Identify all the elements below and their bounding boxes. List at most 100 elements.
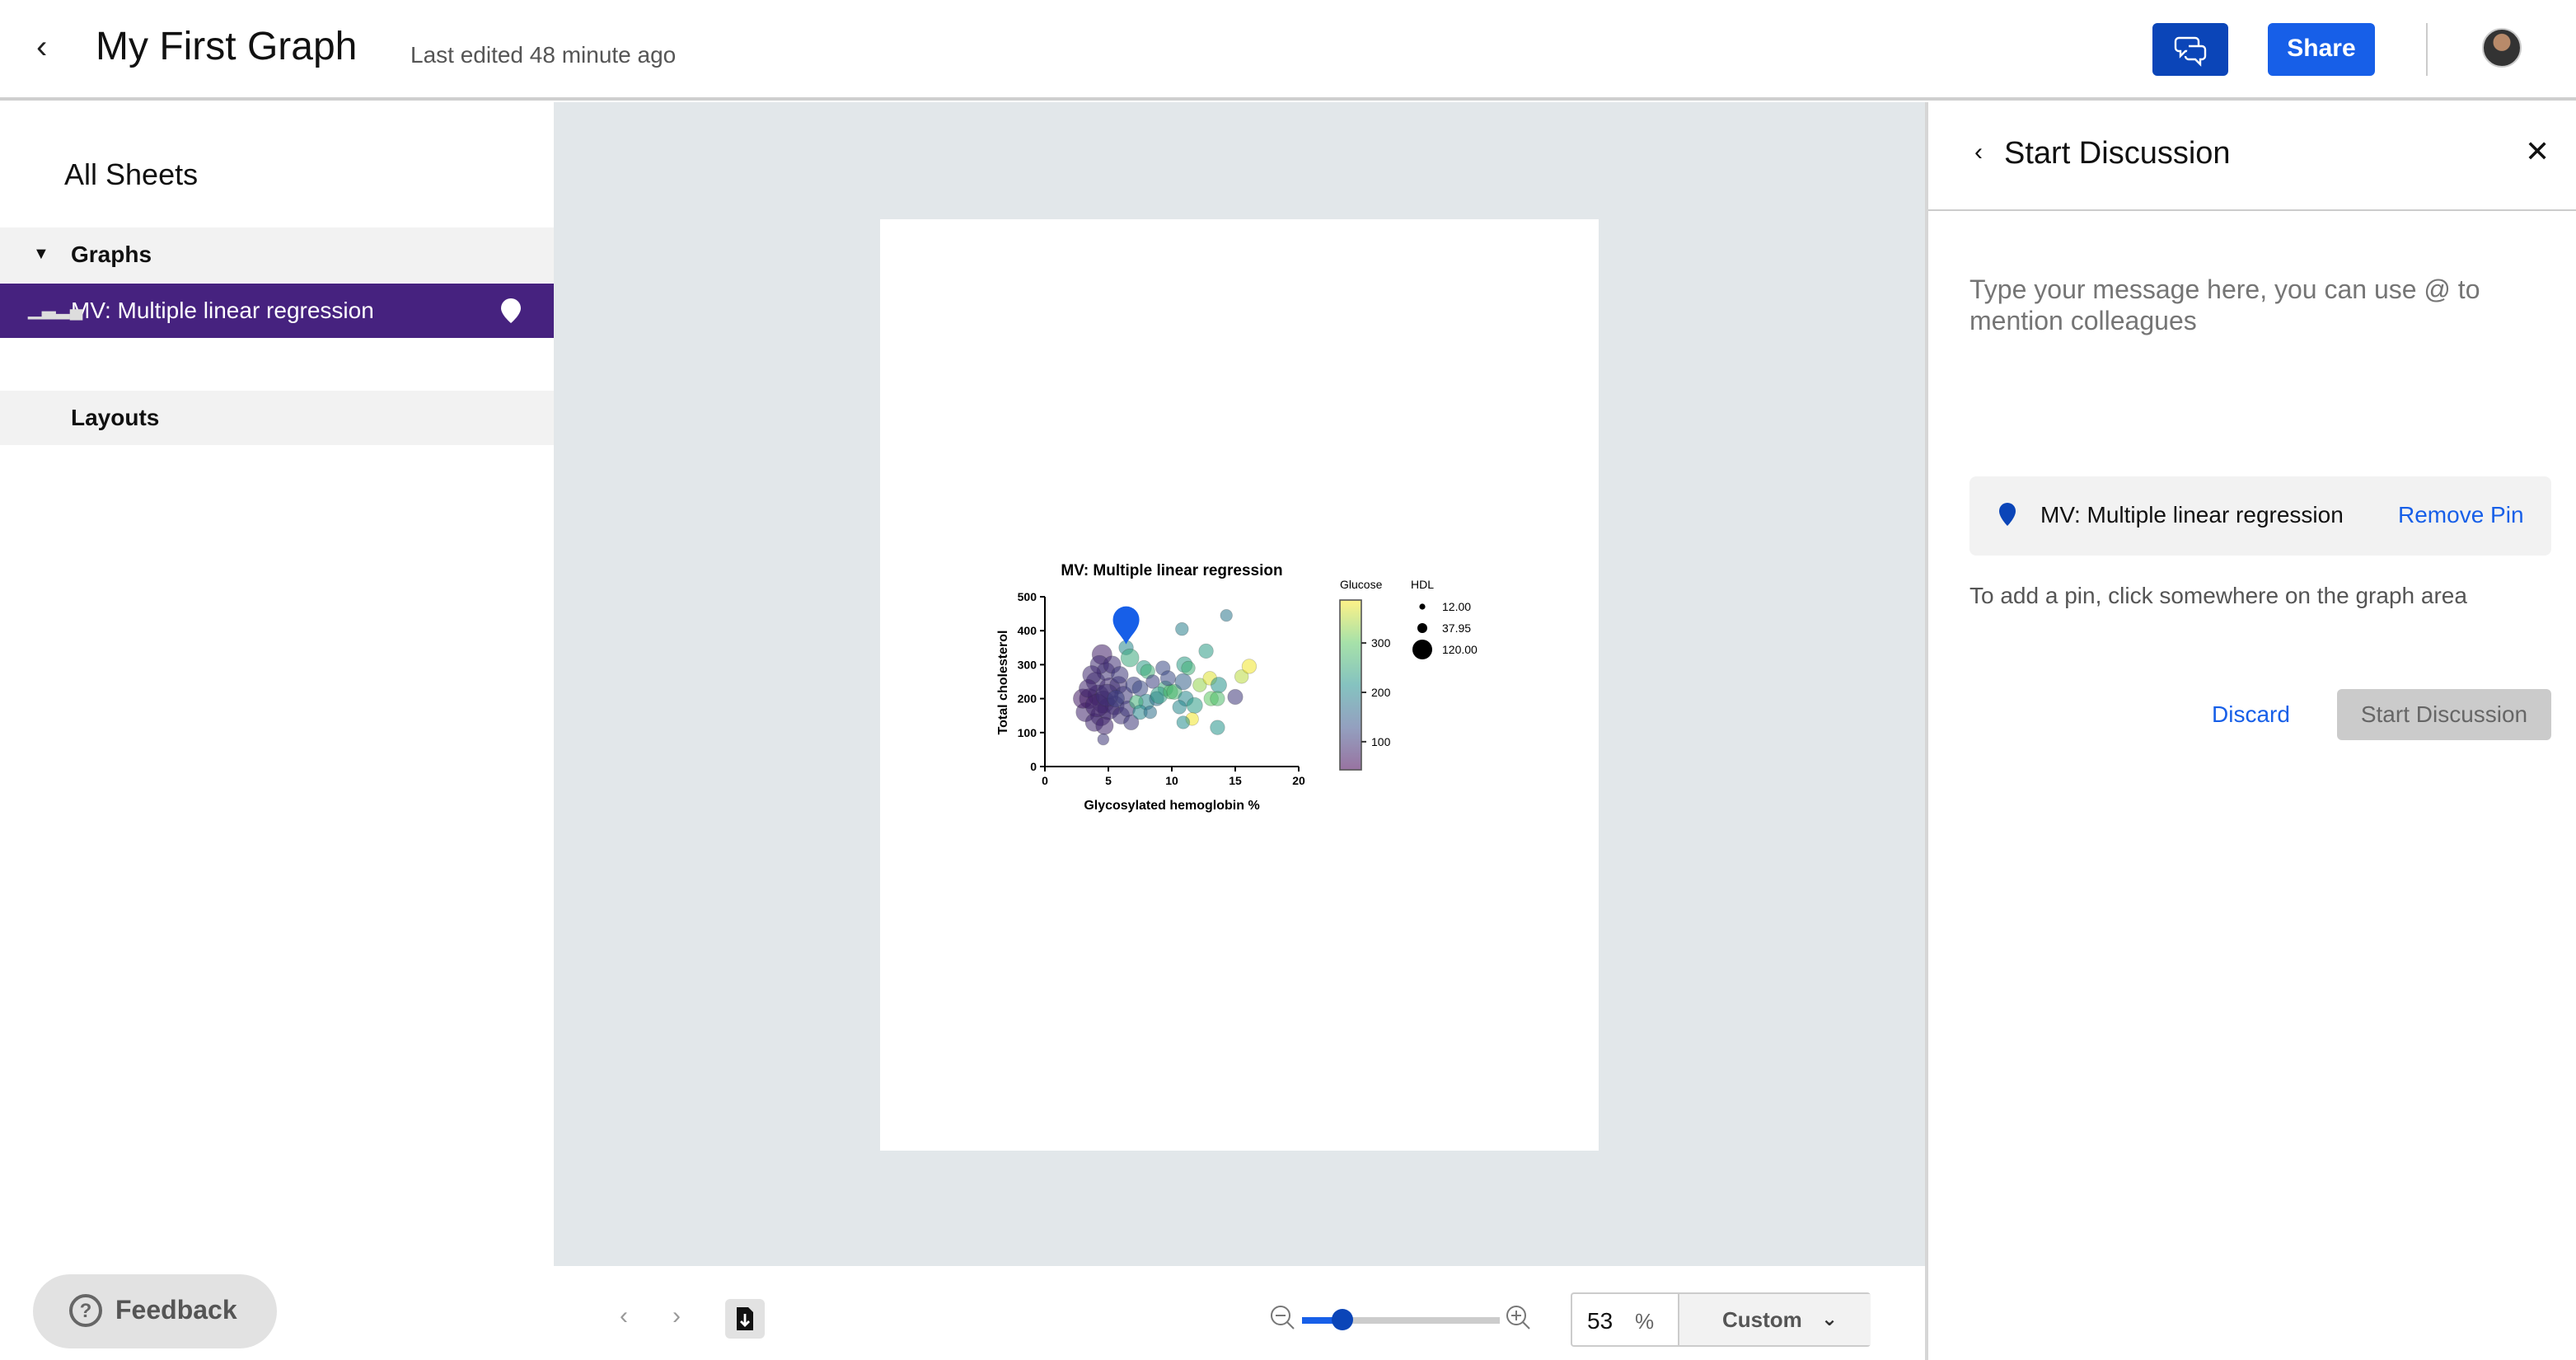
pin-hint-text: To add a pin, click somewhere on the gra…	[1969, 582, 2467, 608]
x-tick-label: 10	[1165, 774, 1178, 787]
comments-button[interactable]	[2152, 23, 2228, 76]
chart-title: MV: Multiple linear regression	[1061, 562, 1282, 579]
zoom-control: 53 % Custom ⌄	[1571, 1292, 1871, 1347]
x-tick-label: 0	[1042, 774, 1048, 787]
chevron-down-icon: ⌄	[1821, 1307, 1838, 1330]
colorbar-tick-label: 300	[1371, 636, 1391, 650]
export-button[interactable]	[725, 1299, 765, 1339]
x-tick-label: 20	[1292, 774, 1305, 787]
back-chevron-icon[interactable]: ‹	[36, 30, 47, 68]
data-point	[1181, 660, 1196, 676]
data-point	[1145, 674, 1160, 689]
colorbar-title: Glucose	[1340, 578, 1383, 591]
sidebar-item-mv-regression[interactable]: ▁▃▂▄ MV: Multiple linear regression	[0, 284, 554, 338]
pinned-item-name: MV: Multiple linear regression	[2040, 501, 2344, 528]
data-point	[1186, 696, 1203, 714]
bar-chart-icon: ▁▃▂▄	[28, 300, 83, 320]
bottom-toolbar: ‹ › 53 % Custom ⌄	[554, 1266, 1925, 1360]
pin-icon	[1999, 503, 2016, 526]
data-point	[1241, 659, 1258, 674]
data-point	[1159, 670, 1176, 687]
zoom-mode-select[interactable]: Custom ⌄	[1678, 1294, 1871, 1345]
data-point	[1111, 666, 1129, 684]
colorbar-tick-label: 200	[1371, 686, 1391, 699]
caret-down-icon: ▼	[33, 246, 49, 264]
zoom-in-icon[interactable]	[1505, 1304, 1534, 1334]
y-tick-label: 200	[1018, 692, 1037, 706]
zoom-out-icon[interactable]	[1269, 1304, 1299, 1334]
data-point	[1220, 608, 1233, 622]
zoom-percent-input[interactable]: 53	[1587, 1307, 1613, 1334]
size-legend-title: HDL	[1411, 578, 1434, 591]
data-point	[1079, 678, 1098, 698]
y-axis-label: Total cholesterol	[996, 631, 1010, 735]
size-legend-label: 37.95	[1442, 621, 1471, 635]
size-legend-marker	[1412, 640, 1432, 659]
graphs-section-toggle[interactable]: ▼ Graphs	[0, 227, 554, 282]
sheets-sidebar: All Sheets ▼ Graphs ▁▃▂▄ MV: Multiple li…	[0, 102, 554, 1360]
discussion-panel: ‹ Start Discussion ✕ MV: Multiple linear…	[1925, 102, 2576, 1360]
message-input[interactable]	[1969, 275, 2546, 424]
all-sheets-heading: All Sheets	[64, 158, 199, 191]
x-tick-label: 5	[1105, 774, 1112, 787]
colorbar-tick-label: 100	[1371, 735, 1391, 748]
discussion-pin-marker	[1112, 606, 1140, 645]
file-download-icon	[737, 1307, 753, 1330]
y-tick-label: 300	[1018, 658, 1037, 671]
close-icon[interactable]: ✕	[2525, 135, 2550, 170]
y-tick-label: 500	[1018, 590, 1037, 603]
scatter-chart[interactable]: MV: Multiple linear regression0 5 10 15 2001…	[880, 219, 1599, 1151]
back-chevron-icon[interactable]: ‹	[1974, 138, 1983, 166]
data-point	[1176, 715, 1191, 729]
size-legend-marker	[1419, 603, 1426, 610]
chat-bubbles-icon	[2174, 36, 2207, 67]
size-legend-marker	[1417, 623, 1427, 633]
document-title[interactable]: My First Graph	[96, 25, 357, 71]
previous-page-button[interactable]: ‹	[620, 1302, 628, 1330]
zoom-slider[interactable]	[1302, 1309, 1500, 1330]
layouts-section[interactable]: Layouts	[0, 391, 554, 445]
feedback-button[interactable]: ? Feedback	[33, 1274, 277, 1348]
panel-title: Start Discussion	[2004, 137, 2231, 171]
help-circle-icon: ?	[69, 1294, 102, 1327]
data-point	[1143, 705, 1158, 720]
zoom-slider-thumb[interactable]	[1332, 1309, 1353, 1330]
x-tick-label: 15	[1229, 774, 1242, 787]
next-page-button[interactable]: ›	[672, 1302, 681, 1330]
feedback-label: Feedback	[115, 1297, 237, 1325]
graphs-label: Graphs	[71, 241, 152, 267]
y-tick-label: 0	[1030, 760, 1037, 773]
last-edited-text: Last edited 48 minute ago	[410, 41, 677, 68]
user-avatar[interactable]	[2482, 28, 2522, 68]
share-button[interactable]: Share	[2268, 23, 2375, 76]
y-tick-label: 100	[1018, 726, 1037, 739]
zoom-mode-value: Custom	[1722, 1307, 1802, 1332]
data-point	[1198, 643, 1214, 659]
data-point	[1097, 733, 1110, 746]
x-axis-label: Glycosylated hemoglobin %	[1084, 799, 1259, 813]
data-point	[1175, 621, 1189, 636]
data-point	[1227, 688, 1244, 706]
graph-canvas[interactable]: MV: Multiple linear regression 0 5 10 15 20 0 1…	[554, 102, 1925, 1266]
data-point	[1174, 673, 1192, 691]
pinned-item-card: MV: Multiple linear regression Remove Pi…	[1969, 476, 2551, 556]
size-legend-label: 120.00	[1442, 643, 1478, 656]
graph-page[interactable]: MV: Multiple linear regression 0 5 10 15 20 0 1…	[880, 219, 1599, 1151]
start-discussion-button[interactable]: Start Discussion	[2337, 689, 2551, 740]
data-point	[1210, 677, 1227, 694]
remove-pin-link[interactable]: Remove Pin	[2398, 501, 2524, 528]
header-divider	[2426, 23, 2428, 76]
y-tick-label: 400	[1018, 624, 1037, 637]
data-point	[1210, 691, 1225, 706]
colorbar	[1339, 599, 1362, 771]
data-point	[1120, 648, 1140, 668]
size-legend-label: 12.00	[1442, 600, 1471, 613]
data-point	[1172, 700, 1187, 715]
zoom-unit: %	[1635, 1309, 1655, 1334]
data-point	[1210, 720, 1225, 735]
pin-icon	[501, 298, 521, 323]
sidebar-item-label: MV: Multiple linear regression	[71, 297, 374, 323]
discard-button[interactable]: Discard	[2212, 701, 2290, 727]
data-point	[1095, 716, 1114, 735]
panel-header: ‹ Start Discussion ✕	[1928, 102, 2576, 211]
